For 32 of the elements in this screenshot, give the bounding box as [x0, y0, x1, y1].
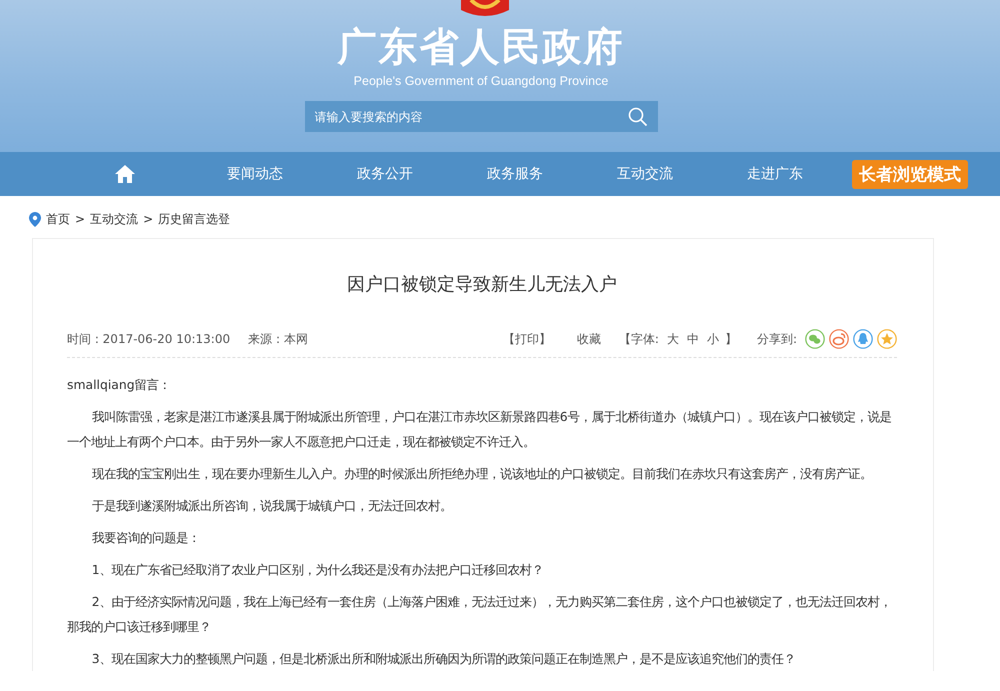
breadcrumb-separator: >	[143, 212, 154, 226]
site-title: 广东省人民政府	[338, 26, 624, 70]
search-field[interactable]: 请输入要搜索的内容	[304, 101, 658, 132]
favorite-link[interactable]: 收藏	[576, 330, 601, 348]
font-size-label: 【字体:	[618, 330, 659, 348]
article-title: 因户口被锁定导致新生儿无法入户	[346, 273, 618, 297]
message-paragraph: 2、由于经济实际情况问题，我在上海已经有一套住房（上海落户困难，无法迁过来），无力购买第二套住房，这个户口也被锁定了，也无法迁回农村，那我的户口该迁移到哪里？	[67, 593, 893, 636]
font-size-link[interactable]: 小	[706, 330, 719, 348]
penguin-icon[interactable]	[853, 329, 873, 349]
location-pin-icon	[29, 212, 41, 226]
message-paragraph: 我要咨询的问题是：	[90, 529, 201, 547]
chat-bubbles-icon[interactable]	[805, 329, 825, 349]
message-paragraph: 我叫陈雷强，老家是湛江市遂溪县属于附城派出所管理，户口在湛江市赤坎区新景路四巷6号，属于北桥街道办（城镇户口）。现在该户口被锁定，说是一个地址上有两个户口本。由于另外一家人不愿意把户口迁走，现在都被锁定不许迁入。	[67, 408, 893, 451]
site-subtitle: People's Government of Guangdong Province	[354, 74, 608, 88]
search-icon[interactable]	[628, 107, 648, 127]
message-paragraph: 1、现在广东省已经取消了农业户口区别，为什么我还是没有办法把户口迁移回农村？	[90, 561, 545, 579]
message-paragraph: 现在我的宝宝刚出生，现在要办理新生儿入户。办理的时候派出所拒绝办理，说该地址的户口被锁定。目前我们在赤坎只有这套房产，没有房产证。	[90, 465, 873, 483]
message-paragraph: 3、现在国家大力的整顿黑户问题，但是北桥派出所和附城派出所确因为所谓的政策问题正在制造黑户，是不是应该追究他们的责任？	[90, 650, 797, 668]
author-label: smallqiang留言：	[67, 376, 172, 394]
breadcrumb-link[interactable]: 历史留言选登	[158, 210, 230, 228]
share-label: 分享到:	[756, 330, 797, 348]
message-paragraph: 于是我到遂溪附城派出所咨询，说我属于城镇户口，无法迁回农村。	[90, 497, 453, 515]
breadcrumb-link[interactable]: 互动交流	[90, 210, 138, 228]
font-size-bracket: 】	[724, 330, 737, 348]
font-size-link[interactable]: 大	[666, 330, 679, 348]
publish-time: 时间 : 2017-06-20 10:13:00	[67, 330, 230, 348]
font-size-link[interactable]: 中	[686, 330, 699, 348]
breadcrumb-separator: >	[75, 212, 86, 226]
breadcrumb-link[interactable]: 首页	[46, 210, 70, 228]
home-icon[interactable]	[114, 164, 136, 184]
print-link[interactable]: 【打印】	[502, 330, 551, 348]
source-label: 来源 : 本网	[248, 330, 308, 348]
